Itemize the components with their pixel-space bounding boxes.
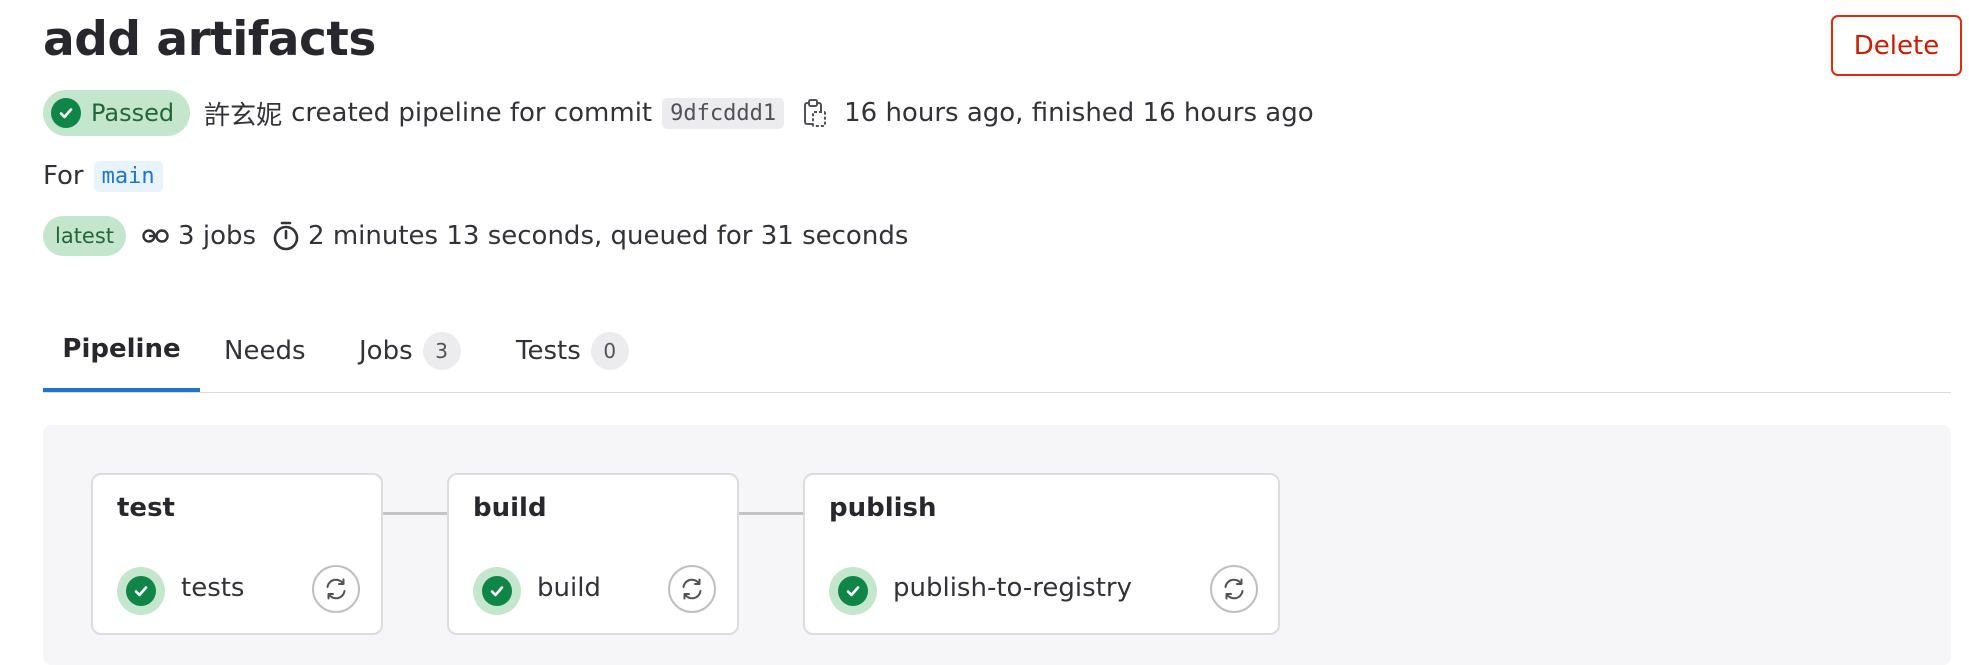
author-name[interactable]: 許玄妮 (204, 95, 282, 132)
created-text: created pipeline for commit (291, 98, 653, 128)
retry-button[interactable] (668, 565, 716, 613)
clipboard-icon[interactable] (802, 98, 828, 128)
retry-button[interactable] (1210, 565, 1258, 613)
tab-label: Tests (516, 336, 581, 366)
check-circle-icon (51, 98, 81, 128)
check-circle-icon (482, 576, 512, 606)
pipeline-icon (142, 226, 170, 246)
status-badge[interactable]: Passed (43, 90, 191, 136)
job-link[interactable]: build (537, 573, 601, 603)
stage-connector (381, 512, 447, 515)
pipeline-stats: latest 3 jobs 2 minutes 13 seconds, queu… (43, 215, 908, 257)
stage-publish: publish publish-to-registry (803, 473, 1280, 635)
stage-name: publish (829, 493, 937, 523)
stage-name: test (117, 493, 175, 523)
stage-name: build (473, 493, 547, 523)
tab-label: Needs (224, 336, 306, 366)
retry-icon (1221, 576, 1247, 602)
page-title: add artifacts (43, 12, 376, 67)
duration-text: 2 minutes 13 seconds, queued for 31 seco… (308, 221, 909, 251)
check-circle-icon (838, 576, 868, 606)
jobs-count: 3 jobs (178, 221, 257, 251)
job-status[interactable] (117, 567, 165, 615)
delete-button[interactable]: Delete (1831, 15, 1962, 76)
tab-pipeline[interactable]: Pipeline (43, 310, 200, 392)
for-label: For (43, 161, 84, 191)
pipeline-info: Passed 許玄妮 created pipeline for commit 9… (43, 89, 1314, 137)
tab-jobs[interactable]: Jobs 3 (359, 310, 461, 392)
job-link[interactable]: publish-to-registry (893, 573, 1132, 603)
retry-icon (323, 576, 349, 602)
branch-info: For main (43, 156, 163, 196)
retry-button[interactable] (312, 565, 360, 613)
timer-icon (272, 220, 300, 252)
tab-tests[interactable]: Tests 0 (516, 310, 629, 392)
tests-count-badge: 0 (590, 332, 629, 370)
job-status[interactable] (829, 567, 877, 615)
stage-test: test tests (91, 473, 383, 635)
job-status[interactable] (473, 567, 521, 615)
tab-needs[interactable]: Needs (224, 310, 306, 392)
job-link[interactable]: tests (181, 573, 244, 603)
tab-label: Jobs (359, 336, 413, 366)
commit-sha[interactable]: 9dfcddd1 (662, 97, 785, 129)
pipeline-timing: 16 hours ago, finished 16 hours ago (844, 98, 1314, 128)
branch-link[interactable]: main (93, 160, 163, 192)
jobs-count-badge: 3 (422, 332, 461, 370)
tab-label: Pipeline (62, 334, 181, 364)
status-label: Passed (91, 99, 175, 127)
retry-icon (679, 576, 705, 602)
latest-badge: latest (43, 216, 127, 256)
pipeline-tabs: Pipeline Needs Jobs 3 Tests 0 (43, 310, 1951, 393)
stage-build: build build (447, 473, 739, 635)
stage-connector (737, 512, 803, 515)
check-circle-icon (126, 576, 156, 606)
